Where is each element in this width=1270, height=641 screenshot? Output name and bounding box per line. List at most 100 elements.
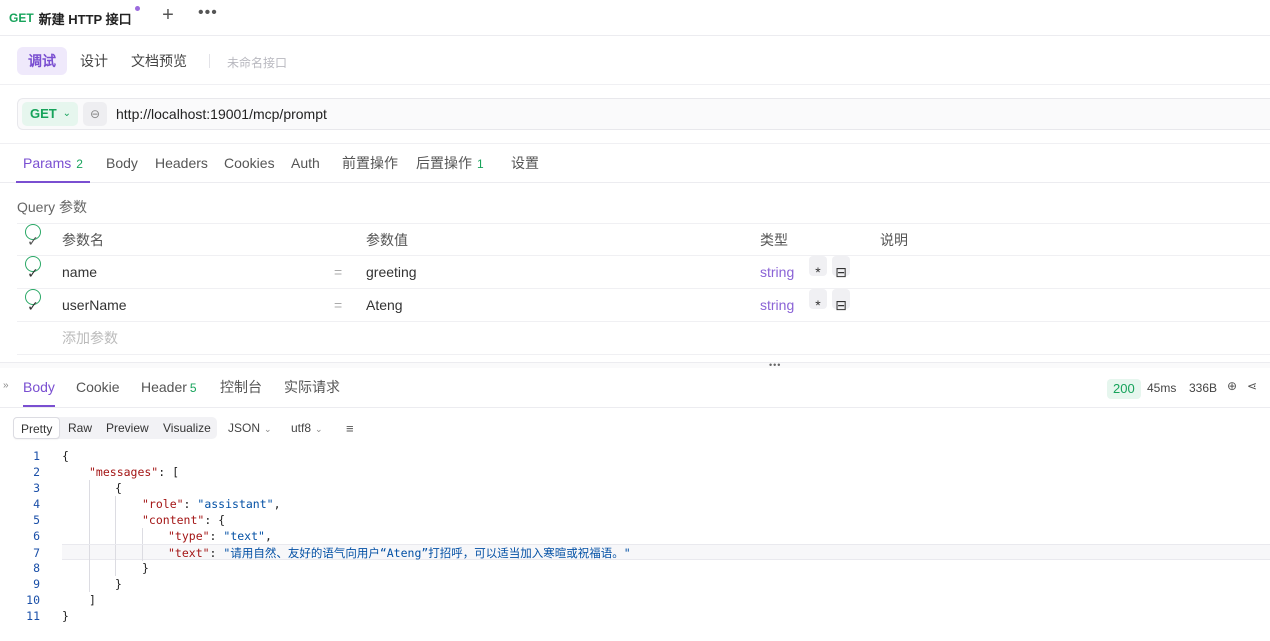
settings-toggle-icon[interactable]: ⊟ [832, 256, 850, 280]
tab-cookies[interactable]: Cookies [224, 144, 275, 183]
unsaved-dot-icon [134, 6, 140, 11]
row-checkbox[interactable]: ✓ [25, 256, 41, 281]
line-number: 11 [26, 609, 40, 623]
add-param-row: 添加参数 [17, 322, 1270, 355]
resp-tab-body[interactable]: Body [23, 368, 55, 407]
code-line: 2 "messages": [ [0, 464, 1270, 480]
line-number: 4 [33, 497, 40, 511]
url-input[interactable]: http://localhost:19001/mcp/prompt [116, 99, 327, 129]
resp-tab-cookie[interactable]: Cookie [76, 368, 120, 407]
collapse-icon[interactable]: » [3, 380, 9, 391]
row-checkbox[interactable]: ✓ [25, 289, 41, 314]
params-count: 2 [76, 157, 83, 171]
table-row: ✓ userName = Ateng string * ⊟ [17, 289, 1270, 322]
lang-label: JSON [228, 421, 261, 435]
param-name[interactable]: name [62, 256, 97, 289]
indent-guide [89, 496, 90, 512]
json-key: "type" [168, 529, 210, 543]
param-value[interactable]: Ateng [366, 289, 403, 322]
tab-body[interactable]: Body [106, 144, 138, 183]
code-line: 9 } [0, 576, 1270, 592]
indent-guide [115, 560, 116, 576]
table-header: ✓ 参数名 参数值 类型 说明 [17, 223, 1270, 256]
code-text: "role": "assistant", [142, 497, 281, 511]
resp-tab-actual[interactable]: 实际请求 [284, 368, 340, 407]
code-text: "content": { [142, 513, 226, 527]
code-text: } [142, 561, 149, 575]
equals-sign: = [334, 264, 343, 280]
post-count: 1 [477, 157, 484, 171]
line-number: 5 [33, 513, 40, 527]
header-count: 5 [189, 381, 197, 395]
resp-tab-console[interactable]: 控制台 [220, 368, 262, 407]
response-size[interactable]: 336B [1189, 381, 1217, 395]
link-icon[interactable]: ⊖ [83, 102, 107, 126]
wrap-lines-icon[interactable]: ≡ [346, 421, 354, 436]
settings-toggle-icon[interactable]: ⊟ [832, 289, 850, 313]
indent-guide [142, 545, 143, 561]
line-number: 7 [33, 546, 40, 560]
indent-guide [89, 480, 90, 496]
code-text: "text": "请用自然、友好的语气向用户“Ateng”打招呼，可以适当加入寒… [168, 546, 631, 560]
more-icon[interactable]: ••• [198, 4, 218, 22]
tab-settings[interactable]: 设置 [511, 144, 539, 183]
add-param-input[interactable]: 添加参数 [62, 322, 118, 355]
indent-guide [89, 576, 90, 592]
globe-icon[interactable]: ⊕ [1227, 379, 1237, 393]
mode-debug[interactable]: 调试 [17, 47, 67, 75]
indent-guide [89, 528, 90, 544]
format-bar: Pretty Raw Preview Visualize JSON ⌄ utf8 ⌄… [0, 409, 1270, 447]
api-name[interactable]: 未命名接口 [227, 54, 287, 71]
param-type[interactable]: string [760, 256, 794, 289]
tab-method: GET [9, 11, 34, 25]
view-visualize[interactable]: Visualize [156, 417, 218, 439]
line-number: 9 [33, 577, 40, 591]
view-pretty[interactable]: Pretty [13, 417, 61, 439]
param-name[interactable]: userName [62, 289, 127, 322]
param-value[interactable]: greeting [366, 256, 417, 289]
code-text: ] [89, 593, 96, 607]
select-all-checkbox[interactable]: ✓ [25, 224, 41, 249]
params-table: ✓ 参数名 参数值 类型 说明 ✓ name = greeting string… [17, 223, 1270, 355]
response-body-code[interactable]: 1 { 2 "messages": [ 3 { 4 "role": "assis… [0, 448, 1270, 624]
request-tab[interactable]: GET 新建 HTTP 接口 [0, 0, 142, 36]
method-select[interactable]: GET ⌄ [22, 102, 78, 126]
code-text: { [115, 481, 122, 495]
mode-design[interactable]: 设计 [69, 47, 119, 75]
mode-bar: 调试 设计 文档预览 未命名接口 [0, 37, 1270, 85]
equals-sign: = [334, 297, 343, 313]
chevron-down-icon: ⌄ [264, 424, 272, 434]
view-raw[interactable]: Raw [61, 417, 99, 439]
json-key: "text" [168, 546, 210, 560]
resp-tab-header[interactable]: Header 5 [141, 368, 197, 407]
code-line: 3 { [0, 480, 1270, 496]
tab-pre-actions[interactable]: 前置操作 [342, 144, 398, 183]
resp-header-label: Header [141, 379, 187, 395]
view-preview[interactable]: Preview [99, 417, 156, 439]
code-line: 6 "type": "text", [0, 528, 1270, 544]
lang-select[interactable]: JSON ⌄ [228, 417, 272, 440]
mode-docs[interactable]: 文档预览 [120, 47, 198, 75]
response-time[interactable]: 45ms [1147, 381, 1176, 395]
code-line: 11 } [0, 608, 1270, 624]
status-badge: 200 [1107, 379, 1141, 399]
line-number: 10 [26, 593, 40, 607]
code-text: { [62, 449, 69, 463]
share-icon[interactable]: ⋖ [1247, 379, 1257, 393]
new-tab-plus-icon[interactable]: + [158, 4, 178, 27]
code-line: 1 { [0, 448, 1270, 464]
tab-post-actions[interactable]: 后置操作 1 [416, 144, 484, 183]
encoding-select[interactable]: utf8 ⌄ [291, 417, 323, 440]
indent-guide [115, 528, 116, 544]
divider [209, 54, 210, 68]
indent-guide [115, 545, 116, 561]
required-icon[interactable]: * [809, 256, 827, 280]
tab-params[interactable]: Params 2 [16, 144, 90, 183]
tab-params-label: Params [23, 155, 72, 171]
required-icon[interactable]: * [809, 289, 827, 313]
json-string: "请用自然、友好的语气向用户“Ateng”打招呼，可以适当加入寒暄或祝福语。" [223, 546, 631, 560]
param-type[interactable]: string [760, 289, 794, 322]
header-type: 类型 [760, 232, 788, 248]
tab-auth[interactable]: Auth [291, 144, 320, 183]
tab-headers[interactable]: Headers [155, 144, 208, 183]
